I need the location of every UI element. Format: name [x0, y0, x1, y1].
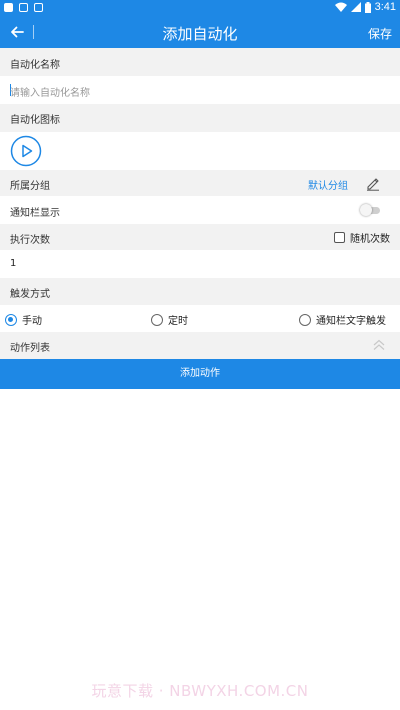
- edit-icon[interactable]: [365, 175, 381, 191]
- name-section-header: 自动化名称: [0, 48, 400, 76]
- exec-count-input[interactable]: 1: [0, 250, 400, 278]
- exec-count-header: 执行次数 随机次数: [0, 224, 400, 250]
- watermark: 玩意下载 · NBWYXH.COM.CN: [91, 682, 309, 700]
- name-input[interactable]: 请输入自动化名称: [0, 76, 400, 104]
- radio-button[interactable]: [5, 313, 17, 326]
- collapse-up-icon[interactable]: [372, 338, 386, 352]
- icon-row: [0, 132, 400, 170]
- notification-icon: [34, 3, 43, 12]
- group-value[interactable]: 默认分组: [308, 177, 348, 192]
- exec-count-value: 1: [10, 258, 17, 269]
- group-label: 所属分组: [10, 181, 50, 192]
- status-time: 3:41: [374, 1, 396, 13]
- notification-row: 通知栏显示: [0, 196, 400, 224]
- trigger-option-notification[interactable]: 通知栏文字触发: [299, 312, 386, 327]
- save-button[interactable]: 保存: [368, 25, 392, 42]
- play-icon[interactable]: [10, 135, 42, 167]
- trigger-option-timed[interactable]: 定时: [151, 312, 188, 327]
- wifi-icon: [334, 2, 347, 12]
- signal-icon: [350, 2, 361, 12]
- notification-icon: [4, 3, 13, 12]
- action-list-label: 动作列表: [10, 343, 50, 354]
- app-bar: 添加自动化 保存: [0, 16, 400, 48]
- trigger-header: 触发方式: [0, 278, 400, 305]
- trigger-option-label: 定时: [168, 316, 188, 327]
- toggle-knob: [360, 204, 372, 216]
- icon-label: 自动化图标: [10, 115, 60, 126]
- notification-icon: [19, 3, 28, 12]
- trigger-label: 触发方式: [10, 289, 50, 300]
- random-count-checkbox[interactable]: 随机次数: [334, 230, 390, 245]
- action-list-header: 动作列表: [0, 332, 400, 359]
- name-label: 自动化名称: [10, 60, 60, 71]
- exec-count-label: 执行次数: [10, 235, 50, 246]
- trigger-option-label: 手动: [22, 316, 42, 327]
- notification-toggle[interactable]: [360, 204, 382, 216]
- radio-button[interactable]: [151, 313, 163, 326]
- random-count-label: 随机次数: [350, 234, 390, 245]
- icon-section-header: 自动化图标: [0, 104, 400, 132]
- name-placeholder: 请输入自动化名称: [10, 88, 90, 99]
- notification-label: 通知栏显示: [10, 208, 60, 219]
- radio-button[interactable]: [299, 313, 311, 326]
- trigger-options: 手动 定时 通知栏文字触发: [0, 305, 400, 332]
- trigger-option-manual[interactable]: 手动: [5, 312, 42, 327]
- group-row[interactable]: 所属分组 默认分组: [0, 170, 400, 196]
- add-action-button[interactable]: 添加动作: [0, 359, 400, 389]
- status-bar: 3:41: [0, 0, 400, 16]
- checkbox-box[interactable]: [334, 232, 345, 243]
- page-title: 添加自动化: [162, 25, 238, 43]
- trigger-option-label: 通知栏文字触发: [316, 316, 386, 327]
- battery-icon: [364, 1, 371, 13]
